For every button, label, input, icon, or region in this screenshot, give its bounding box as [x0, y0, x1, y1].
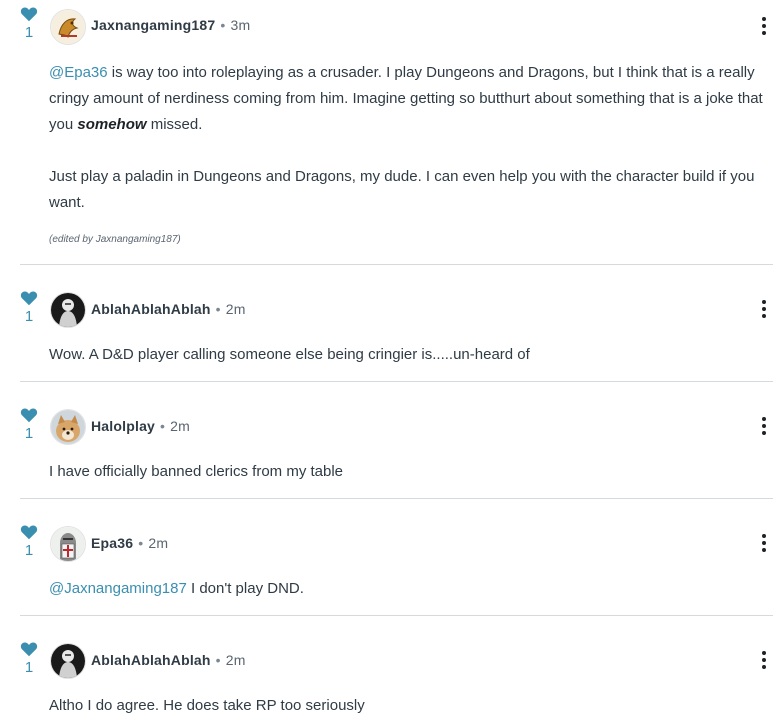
comment-paragraph: Just play a paladin in Dungeons and Drag… — [49, 168, 755, 211]
heart-icon[interactable] — [20, 6, 38, 22]
username[interactable]: Halolplay — [91, 418, 155, 434]
more-options-icon[interactable] — [756, 17, 772, 39]
comment-text: Altho I do agree. He does take RP too se… — [49, 697, 365, 714]
username[interactable]: Epa36 — [91, 535, 133, 551]
like-button[interactable]: 1 — [19, 524, 39, 559]
avatar[interactable] — [50, 526, 86, 562]
comment-text: missed. — [146, 116, 203, 133]
like-button[interactable]: 1 — [19, 290, 39, 325]
comment-body: @Jaxnangaming187 I don't play DND. — [49, 576, 773, 602]
username[interactable]: AblahAblahAblah — [91, 301, 211, 317]
divider — [20, 264, 773, 265]
separator-dot: • — [215, 652, 221, 668]
separator-dot: • — [215, 301, 221, 317]
comment-meta: AblahAblahAblah • 2m — [91, 301, 246, 317]
like-count: 1 — [24, 542, 34, 559]
heart-icon[interactable] — [20, 407, 38, 423]
comment-body: Altho I do agree. He does take RP too se… — [49, 693, 773, 719]
comment-body: Wow. A D&D player calling someone else b… — [49, 342, 773, 368]
separator-dot: • — [220, 17, 226, 33]
comment-paragraph: @Jaxnangaming187 I don't play DND. — [49, 576, 773, 602]
more-options-icon[interactable] — [756, 300, 772, 322]
like-button[interactable]: 1 — [19, 407, 39, 442]
timestamp: 2m — [170, 418, 191, 434]
divider — [20, 381, 773, 382]
comment-meta: Halolplay • 2m — [91, 418, 190, 434]
more-options-icon[interactable] — [756, 651, 772, 673]
more-options-icon[interactable] — [756, 534, 772, 556]
emphasis-text: somehow — [77, 116, 147, 133]
comment-text: I don't play DND. — [186, 580, 304, 597]
comment-meta: Jaxnangaming187 • 3m — [91, 17, 250, 33]
username[interactable]: Jaxnangaming187 — [91, 17, 215, 33]
comment-text: Wow. A D&D player calling someone else b… — [49, 346, 530, 363]
avatar[interactable] — [50, 643, 86, 679]
like-count: 1 — [24, 308, 34, 325]
avatar[interactable] — [50, 409, 86, 445]
mention-link[interactable]: @Jaxnangaming187 — [49, 580, 187, 597]
like-count: 1 — [24, 24, 34, 41]
timestamp: 3m — [230, 17, 251, 33]
separator-dot: • — [160, 418, 166, 434]
username[interactable]: AblahAblahAblah — [91, 652, 211, 668]
comment-paragraph: @Epa36 is way too into roleplaying as a … — [49, 60, 773, 138]
like-count: 1 — [24, 659, 34, 676]
dark-figure-avatar-icon — [51, 293, 85, 327]
like-button[interactable]: 1 — [19, 641, 39, 676]
like-button[interactable]: 1 — [19, 6, 39, 41]
heart-icon[interactable] — [20, 524, 38, 540]
dragon-avatar-icon — [51, 10, 85, 44]
avatar[interactable] — [50, 292, 86, 328]
comment-text: I have officially banned clerics from my… — [49, 463, 344, 480]
more-options-icon[interactable] — [756, 417, 772, 439]
comment-body: I have officially banned clerics from my… — [49, 459, 773, 485]
timestamp: 2m — [225, 301, 246, 317]
heart-icon[interactable] — [20, 290, 38, 306]
divider — [20, 498, 773, 499]
divider — [20, 615, 773, 616]
heart-icon[interactable] — [20, 641, 38, 657]
avatar[interactable] — [50, 9, 86, 45]
comment-meta: Epa36 • 2m — [91, 535, 168, 551]
comment-meta: AblahAblahAblah • 2m — [91, 652, 246, 668]
mention-link[interactable]: @Epa36 — [49, 64, 108, 81]
like-count: 1 — [24, 425, 34, 442]
timestamp: 2m — [225, 652, 246, 668]
edited-note: (edited by Jaxnangaming187) — [49, 234, 181, 245]
dark-figure-avatar-icon — [51, 644, 85, 678]
dog-avatar-icon — [51, 410, 85, 444]
crusader-avatar-icon — [51, 527, 85, 561]
timestamp: 2m — [148, 535, 169, 551]
separator-dot: • — [138, 535, 144, 551]
comment-body: @Epa36 is way too into roleplaying as a … — [49, 60, 773, 216]
